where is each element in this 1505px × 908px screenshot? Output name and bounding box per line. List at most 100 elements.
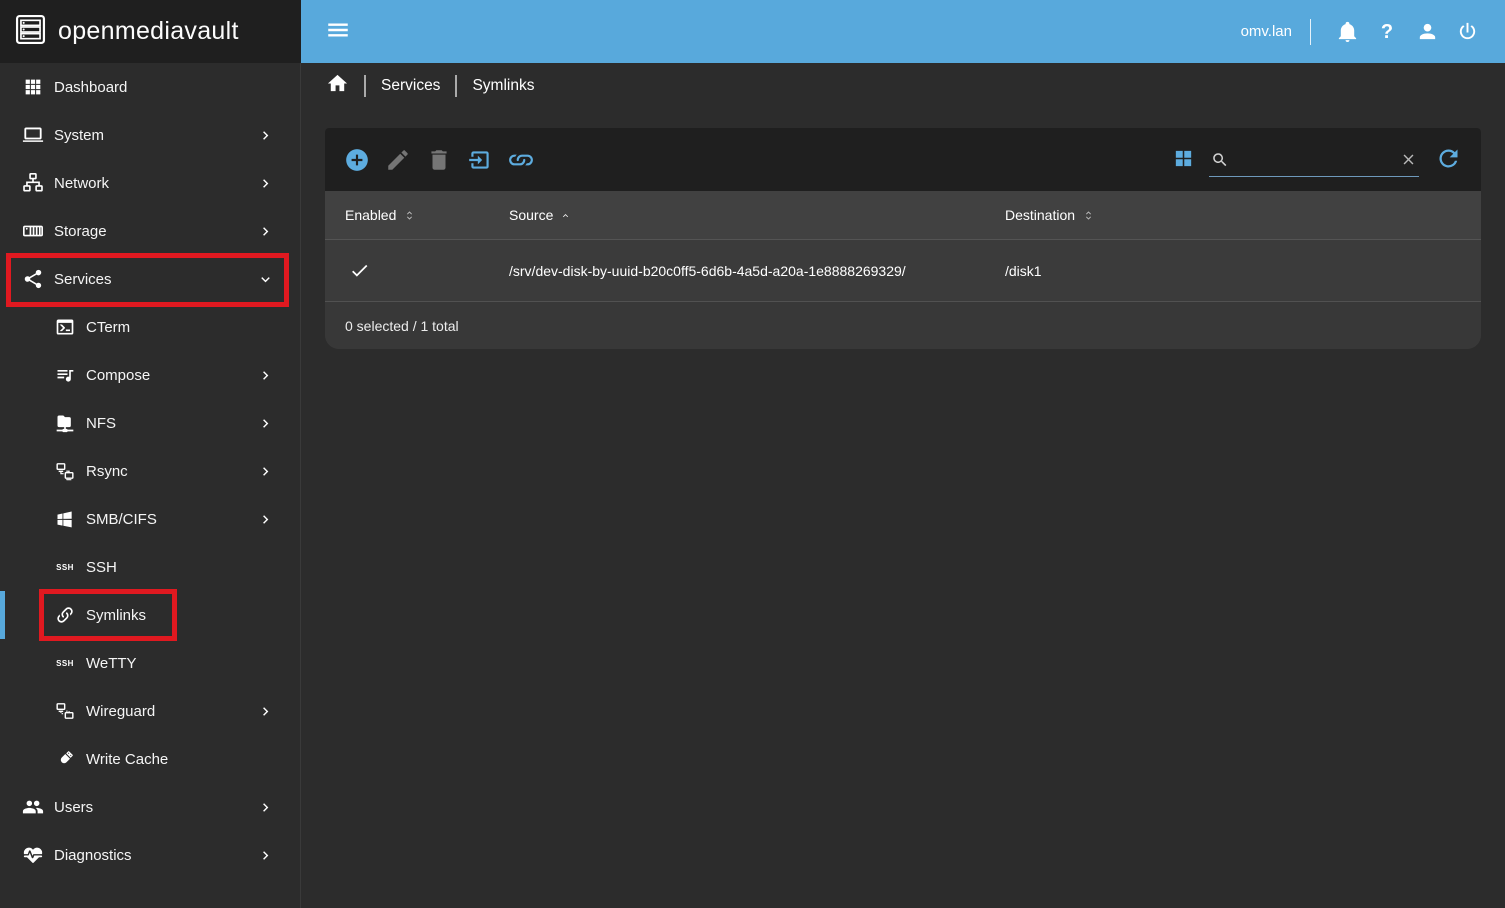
column-header-enabled[interactable]: Enabled [325, 207, 489, 223]
breadcrumb-item-symlinks[interactable]: Symlinks [472, 77, 534, 95]
table-columns-icon [1172, 147, 1195, 173]
chevron-right-icon [263, 706, 269, 716]
column-header-destination[interactable]: Destination [985, 207, 1481, 223]
heart-pulse-icon [23, 847, 43, 863]
hamburger-menu-icon [325, 17, 351, 46]
sidebar-item-label: SSH [86, 558, 117, 576]
sidebar-item-storage[interactable]: Storage [0, 207, 300, 255]
hostname-label: omv.lan [1240, 23, 1292, 40]
bell-icon [1338, 21, 1356, 43]
user-menu-button[interactable] [1415, 20, 1439, 44]
help-button[interactable]: ? [1375, 20, 1399, 44]
breadcrumb-divider [364, 74, 366, 97]
sidebar-item-diagnostics[interactable]: Diagnostics [0, 831, 300, 879]
check-icon [352, 264, 368, 277]
table-header-row: Enabled Source Destination [325, 191, 1481, 239]
sidebar-item-chevron [257, 847, 274, 864]
sidebar-item-icon-holder [53, 605, 77, 625]
sidebar-item-chevron [257, 511, 274, 528]
home-icon [326, 72, 349, 100]
table-row[interactable]: /srv/dev-disk-by-uuid-b20c0ff5-6d6b-4a5d… [325, 239, 1481, 301]
sidebar-item-compose[interactable]: Compose [0, 351, 300, 399]
sidebar-item-dashboard[interactable]: Dashboard [0, 63, 300, 111]
sidebar-item-write-cache[interactable]: Write Cache [0, 735, 300, 783]
hamburger-menu-icon [328, 23, 348, 37]
sidebar-item-chevron [257, 175, 274, 192]
help-icon: ? [1380, 20, 1394, 43]
sidebar-item-label: Users [54, 798, 94, 816]
column-settings-button[interactable] [1171, 148, 1195, 172]
sidebar-item-icon-holder [53, 461, 77, 481]
breadcrumb-divider [455, 74, 458, 97]
ssh-badge-icon: SSH [56, 562, 74, 572]
add-button[interactable] [344, 147, 370, 173]
close-icon [1400, 151, 1417, 171]
sidebar-item-label: Diagnostics [54, 846, 132, 864]
sidebar-item-label: Services [54, 270, 112, 288]
search-input[interactable] [1209, 142, 1419, 176]
home-icon [327, 74, 348, 91]
column-header-label: Destination [1005, 207, 1076, 223]
topbar: omv.lan ? [301, 0, 1505, 63]
sidebar-item-icon-holder: SSH [53, 659, 77, 668]
breadcrumb: Services Symlinks [301, 63, 1505, 108]
search-box [1209, 142, 1419, 177]
topbar-icon-group: ? [1319, 20, 1479, 44]
openmediavault-app: openmediavault omv.lan ? Dashboard System… [0, 0, 1505, 908]
sidebar-item-label: Compose [86, 366, 151, 384]
sidebar-item-chevron [257, 127, 274, 144]
folder-network-icon [56, 415, 74, 433]
sidebar-item-chevron [257, 463, 274, 480]
pencil-icon [388, 149, 408, 170]
topbar-divider [1310, 18, 1311, 45]
sidebar-nav: Dashboard System Network Storage Services CTe… [0, 63, 301, 908]
trash-icon [431, 149, 447, 170]
sidebar-item-wireguard[interactable]: Wireguard [0, 687, 300, 735]
sidebar-item-label: Symlinks [86, 606, 147, 624]
sidebar-item-chevron [257, 223, 274, 240]
sidebar-item-icon-holder [21, 844, 45, 866]
chevron-right-icon [263, 370, 269, 380]
import-button[interactable] [467, 147, 493, 173]
sidebar-item-ssh[interactable]: SSH SSH [0, 543, 300, 591]
ssh-badge-icon: SSH [56, 658, 74, 668]
breadcrumb-home[interactable] [326, 72, 349, 100]
sidebar-item-label: Dashboard [54, 78, 128, 96]
sidebar-item-icon-holder [53, 701, 77, 721]
sidebar-item-network[interactable]: Network [0, 159, 300, 207]
notifications-button[interactable] [1335, 20, 1359, 44]
sort-both-icon [1086, 210, 1092, 220]
apps-icon [25, 79, 41, 95]
sidebar-item-label: Rsync [86, 462, 128, 480]
laptop-icon [22, 127, 44, 142]
usb-drive-icon [60, 751, 73, 764]
logout-button[interactable] [1455, 20, 1479, 44]
sidebar-item-symlinks[interactable]: Symlinks [0, 591, 300, 639]
sidebar-item-rsync[interactable]: Rsync [0, 447, 300, 495]
toolbar-button-group [344, 147, 549, 173]
chevron-right-icon [263, 850, 269, 860]
sidebar-item-cterm[interactable]: CTerm [0, 303, 300, 351]
search-clear-button[interactable] [1400, 151, 1417, 171]
create-link-button[interactable] [508, 147, 534, 173]
reload-icon [1435, 145, 1462, 175]
sidebar-item-label: SMB/CIFS [86, 510, 157, 528]
chevron-right-icon [263, 802, 269, 812]
sidebar-item-services[interactable]: Services [0, 255, 300, 303]
sidebar-item-smb-cifs[interactable]: SMB/CIFS [0, 495, 300, 543]
sidebar-item-wetty[interactable]: SSH WeTTY [0, 639, 300, 687]
sidebar-item-nfs[interactable]: NFS [0, 399, 300, 447]
menu-toggle-button[interactable] [325, 19, 351, 45]
breadcrumb-item-services[interactable]: Services [381, 77, 440, 95]
sidebar-item-chevron [257, 703, 274, 720]
console-icon [56, 319, 74, 335]
column-header-source[interactable]: Source [489, 207, 985, 223]
reload-button[interactable] [1435, 146, 1462, 173]
magnify-icon [1213, 152, 1227, 166]
sidebar-item-label: Wireguard [86, 702, 156, 720]
sidebar-item-users[interactable]: Users [0, 783, 300, 831]
sidebar-item-system[interactable]: System [0, 111, 300, 159]
chevron-right-icon [263, 514, 269, 524]
table-footer: 0 selected / 1 total [325, 301, 1481, 349]
cell-source: /srv/dev-disk-by-uuid-b20c0ff5-6d6b-4a5d… [509, 262, 906, 279]
